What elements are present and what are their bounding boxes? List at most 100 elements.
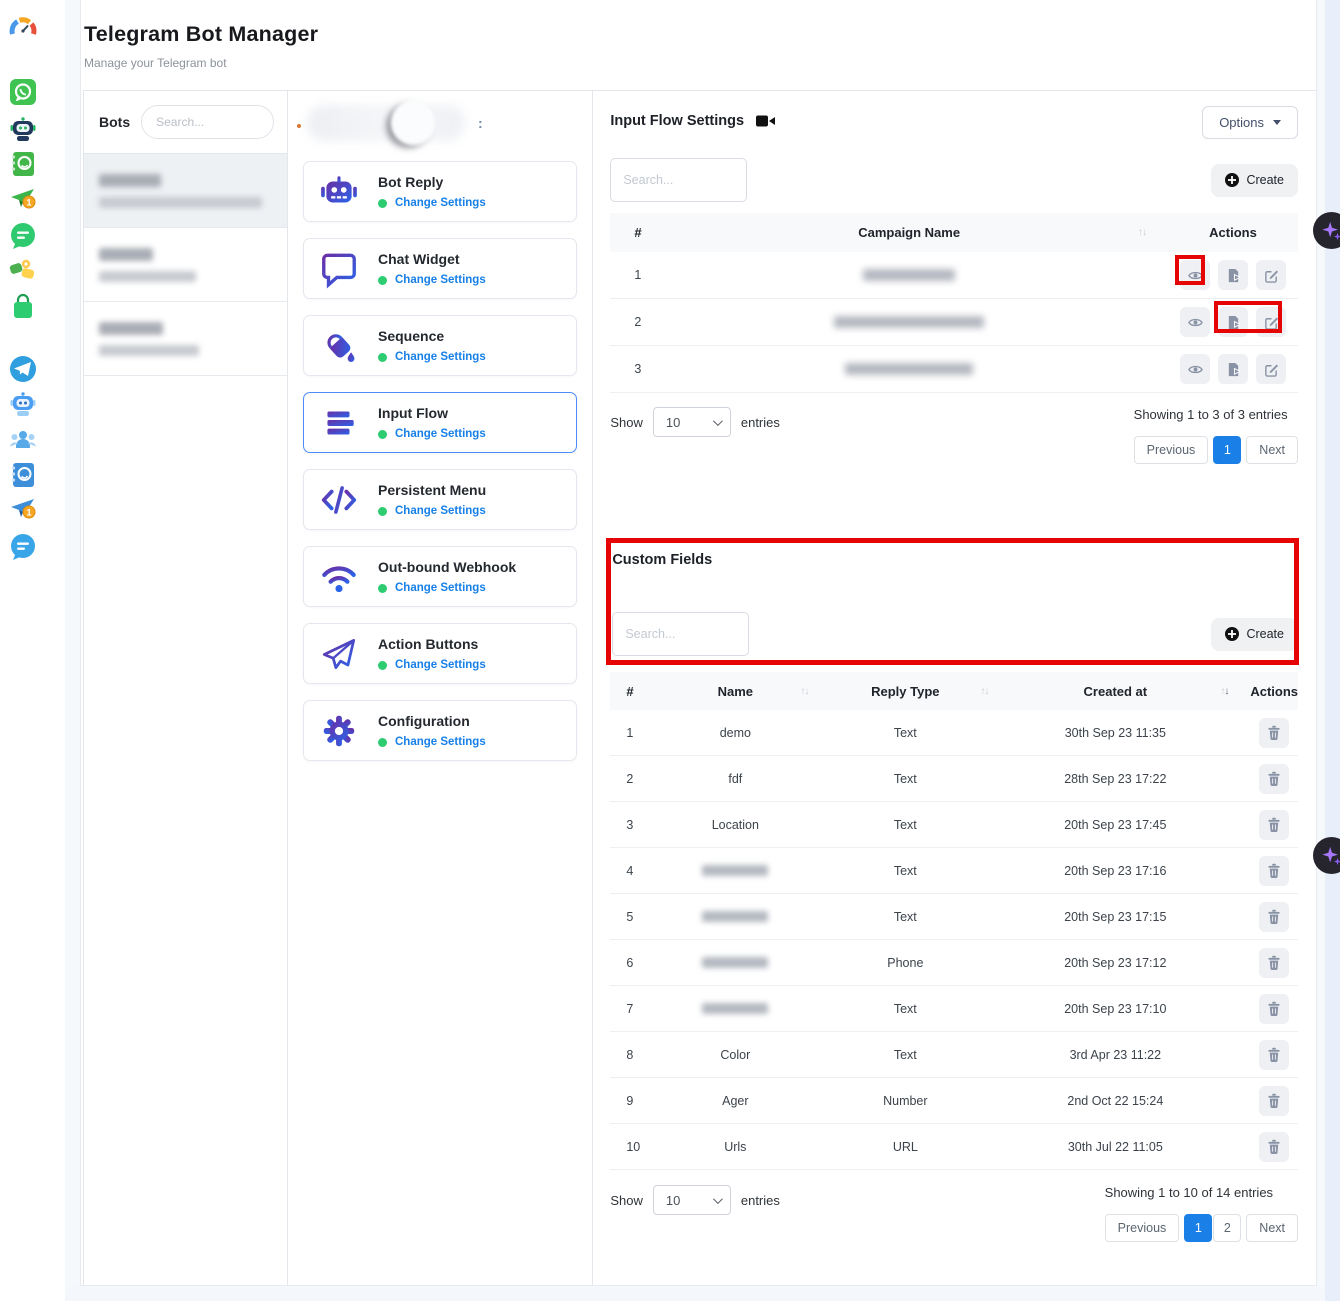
chat-widget-icon	[318, 248, 360, 290]
bot-list-item[interactable]	[84, 228, 287, 302]
shopping-bag-icon[interactable]	[9, 293, 37, 321]
change-settings-link[interactable]: Change Settings	[395, 582, 486, 594]
custom-fields-search-input[interactable]	[612, 612, 749, 656]
next-page-button[interactable]: Next	[1246, 436, 1298, 464]
export-campaign-button[interactable]	[1218, 354, 1248, 384]
delete-field-button[interactable]	[1259, 902, 1289, 932]
action-buttons-icon	[318, 633, 360, 675]
bot-avatar-redacted	[391, 101, 435, 145]
custom-field-row: 7Text20th Sep 23 17:10	[610, 986, 1298, 1032]
sort-icon-active[interactable]: ↑↓	[1220, 686, 1250, 697]
paper-plane-badge-blue-icon[interactable]: 1	[9, 495, 37, 523]
change-settings-link[interactable]: Change Settings	[395, 659, 486, 671]
next-page-button[interactable]: Next	[1246, 1214, 1298, 1242]
page-size-select[interactable]: 10	[653, 407, 731, 437]
delete-field-button[interactable]	[1259, 948, 1289, 978]
settings-card-sequence[interactable]: SequenceChange Settings	[303, 315, 577, 376]
field-name-redacted	[702, 1003, 768, 1014]
create-custom-field-button[interactable]: Create	[1211, 618, 1298, 651]
showing-entries-text: Showing 1 to 3 of 3 entries	[1134, 407, 1298, 422]
campaign-search-input[interactable]	[610, 158, 747, 202]
delete-field-button[interactable]	[1259, 1040, 1289, 1070]
bot-username-redacted	[99, 197, 262, 208]
delete-field-button[interactable]	[1259, 1086, 1289, 1116]
change-settings-link[interactable]: Change Settings	[395, 428, 486, 440]
bot-list-item[interactable]	[84, 154, 287, 228]
view-campaign-button[interactable]	[1180, 260, 1210, 290]
bots-search-input[interactable]	[141, 105, 274, 139]
delete-field-button[interactable]	[1259, 994, 1289, 1024]
settings-card-out-bound-webhook[interactable]: Out-bound WebhookChange Settings	[303, 546, 577, 607]
sort-icon[interactable]: ↑↓	[1138, 227, 1168, 238]
delete-field-button[interactable]	[1259, 810, 1289, 840]
sort-icon[interactable]: ↑↓	[980, 686, 1010, 697]
field-name-redacted	[702, 957, 768, 968]
previous-page-button[interactable]: Previous	[1134, 436, 1209, 464]
paper-plane-coin-icon[interactable]: 1	[9, 185, 37, 213]
sparkle-icon	[1321, 220, 1340, 242]
scrollbar[interactable]	[1325, 0, 1340, 1301]
delete-field-button[interactable]	[1259, 764, 1289, 794]
delete-field-button[interactable]	[1259, 1132, 1289, 1162]
delete-field-button[interactable]	[1259, 718, 1289, 748]
contacts-book-blue-icon[interactable]	[9, 461, 37, 489]
edit-campaign-button[interactable]	[1256, 260, 1286, 290]
contacts-book-green-icon[interactable]	[9, 150, 37, 178]
options-button[interactable]: Options	[1202, 106, 1298, 139]
row-number: 8	[610, 1048, 670, 1062]
bot-list-item[interactable]	[84, 302, 287, 376]
custom-fields-title: Custom Fields	[612, 552, 1298, 568]
bot-name-redacted	[99, 174, 161, 187]
create-campaign-button[interactable]: Create	[1211, 164, 1298, 197]
edit-campaign-button[interactable]	[1256, 354, 1286, 384]
plus-circle-icon	[1225, 627, 1239, 641]
field-reply-type: Text	[830, 1048, 980, 1062]
video-camera-icon[interactable]	[756, 114, 775, 128]
settings-card-chat-widget[interactable]: Chat WidgetChange Settings	[303, 238, 577, 299]
view-campaign-button[interactable]	[1180, 307, 1210, 337]
change-settings-link[interactable]: Change Settings	[395, 197, 486, 209]
chat-bubble-green-icon[interactable]	[9, 222, 37, 250]
settings-card-action-buttons[interactable]: Action ButtonsChange Settings	[303, 623, 577, 684]
page-button[interactable]: 2	[1213, 1214, 1241, 1242]
view-campaign-button[interactable]	[1180, 354, 1210, 384]
export-campaign-button[interactable]	[1218, 307, 1248, 337]
field-name: fdf	[728, 772, 742, 786]
page-button[interactable]: 1	[1184, 1214, 1212, 1242]
ai-assistant-badge[interactable]	[1313, 212, 1340, 249]
sort-icon[interactable]: ↑↓	[800, 686, 830, 697]
settings-card-configuration[interactable]: ConfigurationChange Settings	[303, 700, 577, 761]
export-campaign-button[interactable]	[1218, 260, 1248, 290]
whatsapp-icon[interactable]	[9, 78, 37, 106]
change-settings-link[interactable]: Change Settings	[395, 274, 486, 286]
row-number: 4	[610, 864, 670, 878]
change-settings-link[interactable]: Change Settings	[395, 736, 486, 748]
chat-bubble-blue-icon[interactable]	[9, 533, 37, 561]
page-button[interactable]: 1	[1213, 436, 1241, 464]
ai-assistant-badge[interactable]	[1313, 837, 1340, 874]
field-created-at: 3rd Apr 23 11:22	[1010, 1048, 1220, 1062]
robot-green-icon[interactable]	[9, 115, 37, 143]
field-created-at: 30th Sep 23 11:35	[1010, 726, 1220, 740]
settings-card-persistent-menu[interactable]: Persistent MenuChange Settings	[303, 469, 577, 530]
change-settings-link[interactable]: Change Settings	[395, 505, 486, 517]
bot-reply-icon	[318, 171, 360, 213]
delete-field-button[interactable]	[1259, 856, 1289, 886]
settings-card-input-flow[interactable]: Input FlowChange Settings	[303, 392, 577, 453]
handshake-puzzle-icon[interactable]	[9, 256, 37, 284]
status-green-dot	[378, 276, 387, 285]
bot-name-redacted	[307, 105, 465, 141]
robot-blue-icon[interactable]	[9, 390, 37, 418]
col-actions: Actions	[1168, 225, 1298, 240]
chevron-down-icon	[713, 416, 723, 426]
speedometer-icon[interactable]	[9, 16, 37, 44]
telegram-icon[interactable]	[9, 355, 37, 383]
change-settings-link[interactable]: Change Settings	[395, 351, 486, 363]
status-green-dot	[378, 507, 387, 516]
row-number: 6	[610, 956, 670, 970]
settings-card-bot-reply[interactable]: Bot ReplyChange Settings	[303, 161, 577, 222]
page-size-select[interactable]: 10	[653, 1185, 731, 1215]
team-icon[interactable]	[9, 426, 37, 454]
previous-page-button[interactable]: Previous	[1105, 1214, 1180, 1242]
edit-campaign-button[interactable]	[1256, 307, 1286, 337]
